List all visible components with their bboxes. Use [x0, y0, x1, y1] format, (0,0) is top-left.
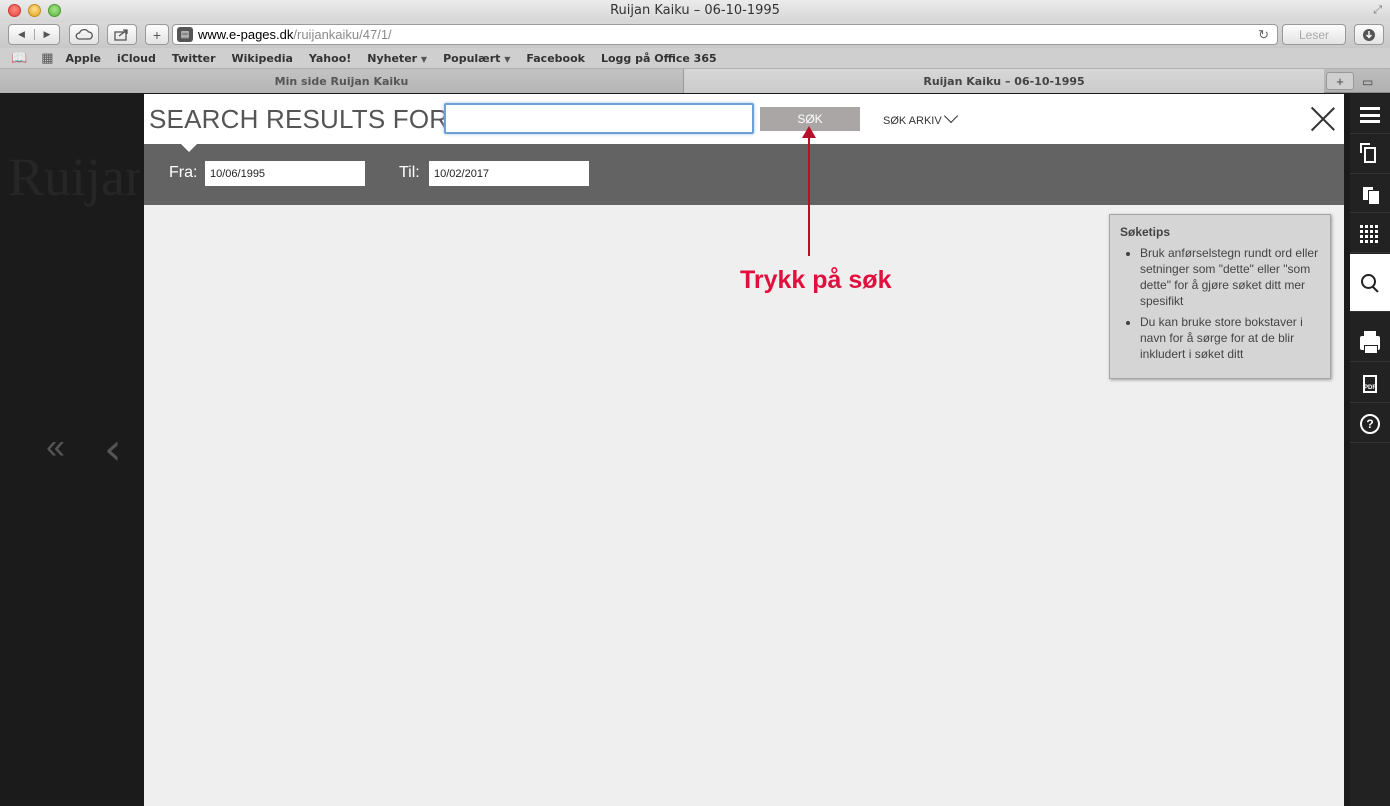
url-domain: www.e-pages.dk: [198, 27, 294, 42]
top-sites-icon[interactable]: ▦: [41, 50, 53, 66]
bookmark-office365[interactable]: Logg på Office 365: [601, 52, 717, 65]
printer-icon: [1360, 330, 1380, 354]
single-page-icon: [1360, 142, 1376, 163]
search-archive-toggle[interactable]: SØK ARKIV: [883, 108, 958, 127]
reading-list-icon[interactable]: 📖: [11, 50, 27, 66]
hamburger-menu-icon: [1360, 106, 1380, 123]
search-tool-button[interactable]: [1350, 254, 1390, 312]
share-icon: [114, 29, 128, 41]
tab-bar: Min side Ruijan Kaiku Ruijan Kaiku – 06-…: [0, 69, 1390, 93]
menu-button[interactable]: [1350, 96, 1390, 134]
notch-indicator: [180, 143, 198, 152]
reload-icon[interactable]: ↻: [1258, 27, 1269, 43]
print-button[interactable]: [1350, 324, 1390, 362]
date-range-bar: Fra: Til:: [144, 143, 1344, 205]
bookmark-facebook[interactable]: Facebook: [526, 52, 585, 65]
bookmark-twitter[interactable]: Twitter: [172, 52, 216, 65]
search-tip-item: Bruk anførselstegn rundt ord eller setni…: [1140, 245, 1320, 309]
cloud-icon: [75, 29, 93, 40]
back-forward-group: ◀ ▶: [8, 24, 60, 45]
add-bookmark-button[interactable]: +: [145, 24, 169, 45]
search-tips-title: Søketips: [1120, 225, 1171, 239]
to-date-label: Til:: [399, 164, 420, 181]
annotation-text: Trykk på søk: [740, 266, 892, 294]
bookmark-folder-populaert[interactable]: Populært ▼: [443, 52, 510, 65]
close-search-button[interactable]: [1310, 106, 1336, 132]
share-button[interactable]: [107, 24, 137, 45]
search-panel: SEARCH RESULTS FOR: SØK SØK ARKIV Fra: T…: [144, 94, 1344, 806]
help-icon: ?: [1360, 413, 1380, 434]
search-title: SEARCH RESULTS FOR:: [149, 104, 456, 134]
url-path: /ruijankaiku/47/1/: [293, 27, 392, 42]
tab-overview-icon[interactable]: ▭: [1362, 75, 1373, 89]
window-title: Ruijan Kaiku – 06-10-1995: [610, 3, 780, 18]
pdf-button[interactable]: PDF: [1350, 365, 1390, 403]
from-date-input[interactable]: [205, 161, 365, 186]
search-icon: [1361, 273, 1379, 292]
window-titlebar: Ruijan Kaiku – 06-10-1995 ⤢: [0, 0, 1390, 22]
download-icon: [1363, 28, 1375, 41]
first-page-icon[interactable]: «: [46, 428, 65, 467]
help-button[interactable]: ?: [1350, 405, 1390, 443]
bookmark-icloud[interactable]: iCloud: [117, 52, 156, 65]
downloads-button[interactable]: [1354, 24, 1384, 45]
grid-icon: [1360, 224, 1380, 243]
chevron-down-icon: ▼: [504, 54, 511, 64]
back-icon[interactable]: ◀: [9, 29, 34, 40]
search-tip-item: Du kan bruke store bokstaver i navn for …: [1140, 314, 1320, 362]
search-input[interactable]: [444, 103, 754, 134]
thumbnails-button[interactable]: [1350, 215, 1390, 253]
address-bar[interactable]: ▤ www.e-pages.dk /ruijankaiku/47/1/ ↻: [172, 24, 1278, 45]
reader-button[interactable]: Leser: [1282, 24, 1346, 45]
site-favicon-icon: ▤: [177, 27, 193, 42]
page-content: Ruijan « ‹ SEARCH RESULTS FOR: SØK SØK A…: [0, 94, 1390, 806]
bookmark-folder-nyheter[interactable]: Nyheter ▼: [367, 52, 427, 65]
search-tips-list: Bruk anførselstegn rundt ord eller setni…: [1120, 245, 1320, 362]
double-page-icon: [1362, 185, 1380, 205]
newspaper-logo: Ruijan: [8, 147, 140, 207]
from-date-label: Fra:: [169, 164, 198, 181]
bookmark-folder-nyheter-label: Nyheter: [367, 51, 418, 65]
to-date-input[interactable]: [429, 161, 589, 186]
newspaper-viewer: Ruijan « ‹: [0, 94, 140, 806]
search-archive-label: SØK ARKIV: [883, 115, 942, 127]
search-tips-box: Søketips Bruk anførselstegn rundt ord el…: [1109, 214, 1331, 379]
bookmark-apple[interactable]: Apple: [65, 52, 101, 65]
bookmark-yahoo[interactable]: Yahoo!: [309, 52, 351, 65]
icloud-tabs-button[interactable]: [69, 24, 99, 45]
new-tab-button[interactable]: +: [1326, 72, 1354, 90]
forward-icon[interactable]: ▶: [33, 29, 59, 40]
chevron-down-icon: ▼: [420, 54, 428, 64]
viewer-sidebar: PDF ?: [1350, 94, 1390, 806]
chevron-down-icon: [943, 108, 958, 124]
double-page-button[interactable]: [1350, 175, 1390, 213]
tab-min-side[interactable]: Min side Ruijan Kaiku: [0, 69, 684, 93]
search-header: SEARCH RESULTS FOR: SØK SØK ARKIV: [144, 94, 1344, 144]
browser-toolbar: ◀ ▶ + ▤ www.e-pages.dk /ruijankaiku/47/1…: [0, 22, 1390, 48]
bookmark-wikipedia[interactable]: Wikipedia: [232, 52, 293, 65]
pdf-icon: PDF: [1363, 374, 1377, 393]
previous-page-icon[interactable]: ‹: [104, 424, 122, 475]
annotation-arrow: [808, 132, 810, 256]
single-page-button[interactable]: [1350, 136, 1390, 174]
fullscreen-icon[interactable]: ⤢: [1373, 4, 1382, 17]
bookmarks-bar: 📖 ▦ Apple iCloud Twitter Wikipedia Yahoo…: [0, 48, 1390, 69]
tab-ruijan-kaiku[interactable]: Ruijan Kaiku – 06-10-1995: [684, 69, 1324, 93]
bookmark-folder-populaert-label: Populært: [443, 51, 501, 65]
